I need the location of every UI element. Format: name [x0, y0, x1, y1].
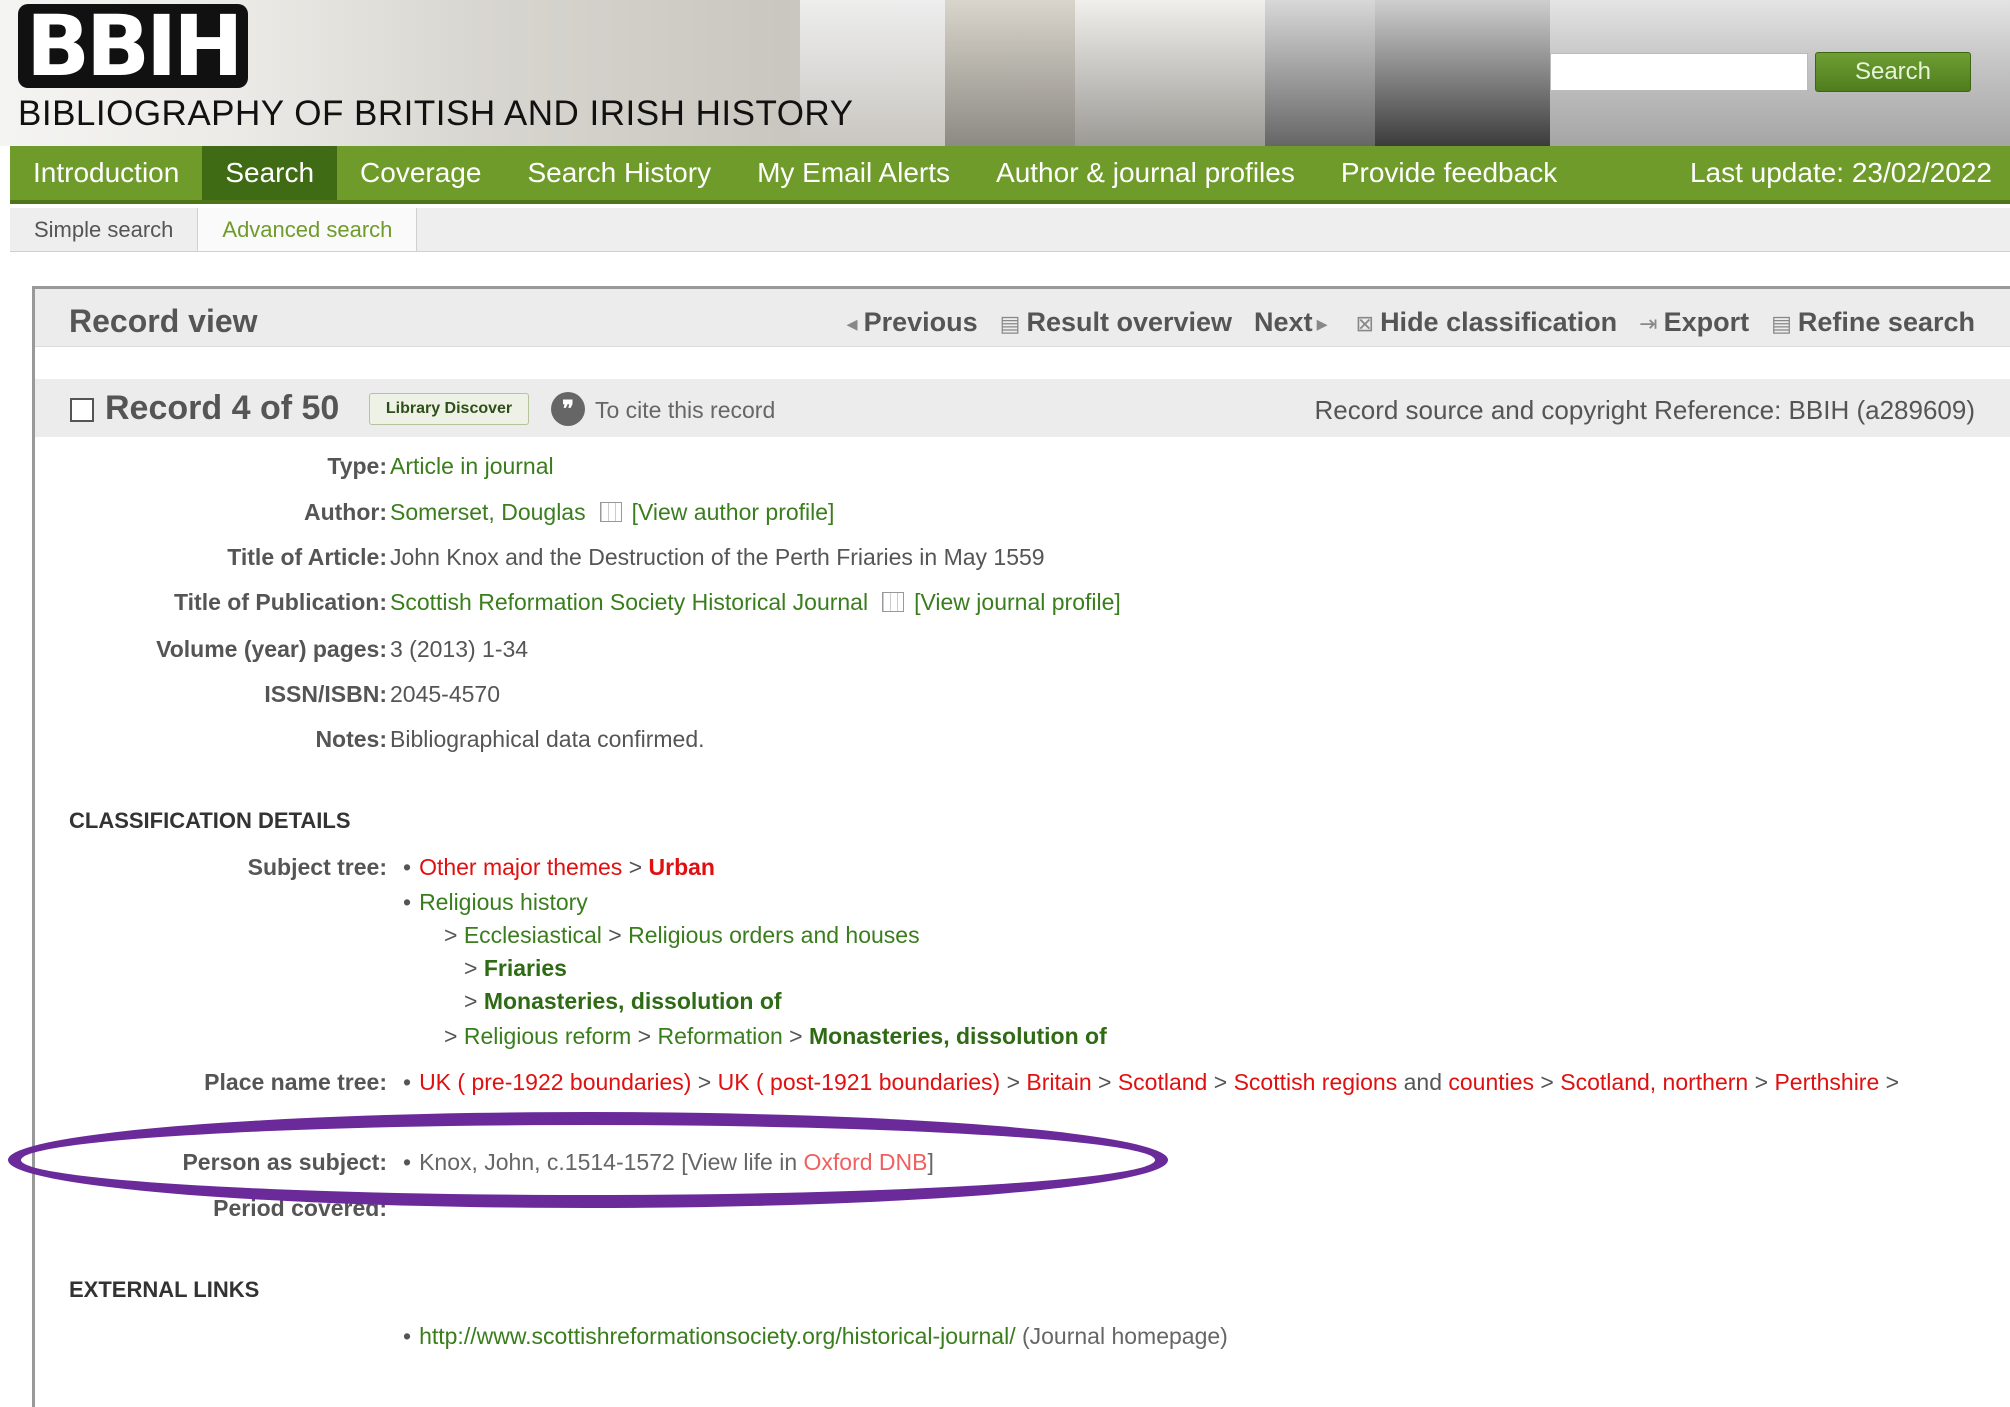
nav-provide-feedback[interactable]: Provide feedback [1318, 146, 1580, 200]
subject-link[interactable]: Friaries [484, 955, 567, 981]
place-link[interactable]: Scotland, northern [1560, 1069, 1748, 1095]
logo-panel: BBIH BIBLIOGRAPHY OF BRITISH AND IRISH H… [0, 0, 853, 146]
result-overview-link[interactable]: ▤ Result overview [1000, 307, 1232, 338]
next-link[interactable]: Next ▸ [1254, 307, 1334, 338]
chevron-right-icon: ▸ [1316, 311, 1328, 336]
view-journal-profile-link[interactable]: [View journal profile] [914, 589, 1121, 615]
export-icon: ⇥ [1639, 311, 1658, 336]
banner-image-portrait-2 [945, 0, 1075, 146]
search-input[interactable] [1550, 53, 1808, 91]
collapse-icon: ⊠ [1355, 311, 1375, 336]
record-view-title: Record view [69, 303, 258, 339]
nav-introduction[interactable]: Introduction [10, 146, 202, 200]
profile-table-icon[interactable] [599, 502, 622, 522]
document-icon: ▤ [999, 311, 1021, 336]
cite-record-link[interactable]: To cite this record [595, 397, 775, 424]
document-icon: ▤ [1771, 311, 1792, 336]
last-update: Last update: 23/02/2022 [1689, 157, 1992, 188]
record-source: Record source and copyright Reference: B… [1314, 395, 1975, 425]
site-banner: BBIH BIBLIOGRAPHY OF BRITISH AND IRISH H… [0, 0, 2010, 146]
record-panel: Record view ◂ Previous ▤ Result overview N… [32, 286, 2010, 1407]
previous-link[interactable]: ◂ Previous [847, 307, 978, 338]
place-link[interactable]: Scotland [1118, 1069, 1208, 1095]
place-link[interactable]: post-1921 boundaries) [770, 1069, 1000, 1095]
record-title: Record 4 of 50 [105, 389, 340, 427]
classification-heading: CLASSIFICATION DETAILS [69, 808, 351, 833]
library-discover-button[interactable]: Library Discover [369, 393, 529, 425]
site-title: BIBLIOGRAPHY OF BRITISH AND IRISH HISTOR… [18, 94, 854, 133]
place-link[interactable]: Scottish regions [1234, 1069, 1398, 1095]
chevron-left-icon: ◂ [846, 311, 858, 336]
subject-link[interactable]: Other major themes [419, 854, 622, 880]
place-link[interactable]: pre-1922 boundaries) [471, 1069, 691, 1095]
quote-icon[interactable]: ❞ [551, 392, 585, 426]
subject-link[interactable]: Monasteries, dissolution of [809, 1023, 1107, 1049]
author-link[interactable]: Somerset, Douglas [390, 499, 586, 525]
record-view-toolbar: Record view ◂ Previous ▤ Result overview N… [35, 289, 2010, 347]
subject-link[interactable]: Reformation [658, 1023, 783, 1049]
subject-link[interactable]: Religious reform [464, 1023, 631, 1049]
nav-author-journal-profiles[interactable]: Author & journal profiles [973, 146, 1318, 200]
view-author-profile-link[interactable]: [View author profile] [632, 499, 835, 525]
subject-link[interactable]: Ecclesiastical [464, 922, 602, 948]
record-header: Record 4 of 50 Library Discover ❞ To cit… [35, 379, 2010, 437]
nav-search[interactable]: Search [202, 146, 338, 200]
subject-link[interactable]: Urban [649, 854, 715, 880]
place-link[interactable]: counties [1448, 1069, 1534, 1095]
tab-advanced-search[interactable]: Advanced search [198, 208, 418, 251]
nav-email-alerts[interactable]: My Email Alerts [734, 146, 973, 200]
publication-link[interactable]: Scottish Reformation Society Historical … [390, 589, 868, 615]
hide-classification-link[interactable]: ⊠ Hide classification [1356, 307, 1618, 338]
main-nav: Introduction Search Coverage Search Hist… [10, 146, 2010, 204]
journal-homepage-link[interactable]: http://www.scottishreformationsociety.or… [419, 1323, 1016, 1349]
place-link[interactable]: Perthshire [1774, 1069, 1879, 1095]
place-link[interactable]: UK [419, 1069, 451, 1095]
highlight-annotation-oval [8, 1112, 1168, 1208]
record-select-checkbox[interactable] [70, 398, 94, 422]
type-link[interactable]: Article in journal [390, 453, 554, 480]
profile-table-icon[interactable] [882, 592, 905, 612]
search-subnav: Simple search Advanced search [10, 208, 2010, 252]
export-link[interactable]: ⇥ Export [1639, 307, 1749, 338]
place-link[interactable]: UK [718, 1069, 750, 1095]
record-actions: ◂ Previous ▤ Result overview Next ▸ ⊠ Hide c… [847, 307, 1975, 338]
subject-link[interactable]: Religious orders and houses [628, 922, 920, 948]
refine-search-link[interactable]: ▤ Refine search [1771, 307, 1975, 338]
banner-image-soldiers [1375, 0, 1550, 146]
bbih-logo[interactable]: BBIH [18, 4, 252, 88]
subject-link[interactable]: Monasteries, dissolution of [484, 988, 782, 1014]
subject-link[interactable]: Religious history [419, 889, 588, 915]
place-link[interactable]: Britain [1026, 1069, 1091, 1095]
nav-search-history[interactable]: Search History [504, 146, 734, 200]
search-button[interactable]: Search [1815, 52, 1971, 92]
nav-coverage[interactable]: Coverage [337, 146, 504, 200]
tab-simple-search[interactable]: Simple search [10, 208, 199, 251]
banner-image-street [1265, 0, 1375, 146]
banner-image-engine [1075, 0, 1265, 146]
external-links-heading: EXTERNAL LINKS [69, 1277, 260, 1302]
